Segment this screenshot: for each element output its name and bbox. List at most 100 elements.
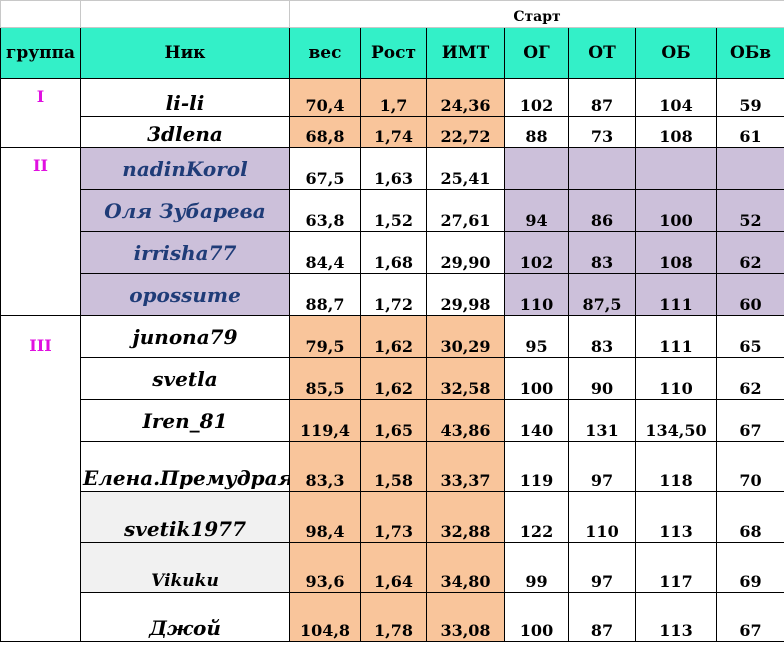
- table-row: III junona79 79,5 1,62 30,29 95 83 111 6…: [0, 315, 784, 642]
- weight-cell: 67,5: [289, 147, 361, 190]
- col-header-height: Рост: [360, 27, 427, 79]
- ob-cell: 117: [635, 542, 717, 593]
- ob-cell: 118: [635, 441, 717, 492]
- bmi-cell: 43,86: [426, 399, 505, 442]
- nick-cell: nadinKorol: [80, 147, 290, 190]
- ot-cell: 83: [568, 315, 636, 358]
- table-row: 3dlena 68,8 1,74 22,72 88 73 108 61: [1, 116, 784, 148]
- bmi-cell: 32,88: [426, 491, 505, 543]
- nick-cell: Елена.Премудрая: [80, 441, 290, 492]
- ob-cell: 113: [635, 491, 717, 543]
- ob-cell: 104: [635, 78, 717, 117]
- group-label: III: [0, 315, 81, 642]
- obv-cell: 70: [715, 441, 784, 492]
- weight-cell: 119,4: [289, 399, 361, 442]
- nick-cell: svetik1977: [80, 491, 290, 543]
- obv-cell: 67: [715, 399, 784, 442]
- bmi-cell: 30,29: [426, 315, 505, 358]
- nick-cell: Iren_81: [80, 399, 290, 442]
- bmi-cell: 27,61: [426, 189, 505, 232]
- obv-cell: 69: [715, 542, 784, 593]
- height-cell: 1,74: [360, 116, 427, 148]
- ot-cell: 97: [568, 542, 636, 593]
- obv-cell: [715, 147, 784, 190]
- weight-cell: 104,8: [289, 592, 361, 642]
- og-cell: [504, 147, 569, 190]
- col-header-bmi: ИМТ: [426, 27, 505, 79]
- ot-cell: 110: [568, 491, 636, 543]
- ob-cell: 113: [635, 592, 717, 642]
- weight-cell: 70,4: [289, 78, 361, 117]
- group-label: I: [0, 78, 81, 148]
- group-label: II: [0, 147, 81, 316]
- height-cell: 1,62: [360, 357, 427, 400]
- obv-cell: 68: [715, 491, 784, 543]
- height-cell: 1,68: [360, 231, 427, 274]
- col-header-ot: ОТ: [568, 27, 636, 79]
- table-row: Джой 104,8 1,78 33,08 100 87 113 67: [1, 592, 784, 642]
- ot-cell: 131: [568, 399, 636, 442]
- table-row: opossume 88,7 1,72 29,98 110 87,5 111 60: [1, 273, 784, 316]
- ot-cell: 87,5: [568, 273, 636, 316]
- measurements-table: Старт группа Ник вес Рост ИМТ ОГ ОТ ОБ О…: [0, 0, 784, 642]
- weight-cell: 85,5: [289, 357, 361, 400]
- weight-cell: 68,8: [289, 116, 361, 148]
- height-cell: 1,73: [360, 491, 427, 543]
- height-cell: 1,52: [360, 189, 427, 232]
- table-row: svetik1977 98,4 1,73 32,88 122 110 113 6…: [1, 491, 784, 543]
- col-header-obv: ОБв: [715, 27, 784, 79]
- height-cell: 1,62: [360, 315, 427, 358]
- table-row: irrisha77 84,4 1,68 29,90 102 83 108 62: [1, 231, 784, 274]
- weight-cell: 93,6: [289, 542, 361, 593]
- col-header-og: ОГ: [504, 27, 569, 79]
- obv-cell: 62: [715, 357, 784, 400]
- og-cell: 140: [504, 399, 569, 442]
- og-cell: 119: [504, 441, 569, 492]
- height-cell: 1,63: [360, 147, 427, 190]
- og-cell: 94: [504, 189, 569, 232]
- ob-cell: [635, 147, 717, 190]
- table-row: Елена.Премудрая 83,3 1,58 33,37 119 97 1…: [1, 441, 784, 492]
- start-label: Старт: [288, 0, 784, 28]
- ob-cell: 111: [635, 273, 717, 316]
- height-cell: 1,58: [360, 441, 427, 492]
- col-header-nick: Ник: [80, 27, 290, 79]
- nick-cell: junona79: [80, 315, 290, 358]
- nick-cell: Оля Зубарева: [80, 189, 290, 232]
- weight-cell: 88,7: [289, 273, 361, 316]
- nick-cell: svetla: [80, 357, 290, 400]
- ob-cell: 111: [635, 315, 717, 358]
- blank-cell: [0, 0, 81, 28]
- height-cell: 1,72: [360, 273, 427, 316]
- obv-cell: 61: [715, 116, 784, 148]
- nick-cell: irrisha77: [80, 231, 290, 274]
- obv-cell: 67: [715, 592, 784, 642]
- og-cell: 99: [504, 542, 569, 593]
- bmi-cell: 34,80: [426, 542, 505, 593]
- nick-cell: Vikuku: [80, 542, 290, 593]
- bmi-cell: 29,98: [426, 273, 505, 316]
- ob-cell: 108: [635, 231, 717, 274]
- obv-cell: 62: [715, 231, 784, 274]
- weight-cell: 63,8: [289, 189, 361, 232]
- col-header-weight: вес: [289, 27, 361, 79]
- bmi-cell: 33,37: [426, 441, 505, 492]
- bmi-cell: 32,58: [426, 357, 505, 400]
- height-cell: 1,64: [360, 542, 427, 593]
- table-row: Vikuku 93,6 1,64 34,80 99 97 117 69: [1, 542, 784, 593]
- og-cell: 88: [504, 116, 569, 148]
- og-cell: 102: [504, 231, 569, 274]
- blank-cell: [80, 0, 290, 28]
- nick-cell: Джой: [80, 592, 290, 642]
- obv-cell: 59: [715, 78, 784, 117]
- weight-cell: 79,5: [289, 315, 361, 358]
- og-cell: 95: [504, 315, 569, 358]
- col-header-group: группа: [0, 27, 81, 79]
- ob-cell: 108: [635, 116, 717, 148]
- bmi-cell: 25,41: [426, 147, 505, 190]
- og-cell: 100: [504, 592, 569, 642]
- ob-cell: 134,50: [635, 399, 717, 442]
- ot-cell: 73: [568, 116, 636, 148]
- bmi-cell: 33,08: [426, 592, 505, 642]
- weight-cell: 84,4: [289, 231, 361, 274]
